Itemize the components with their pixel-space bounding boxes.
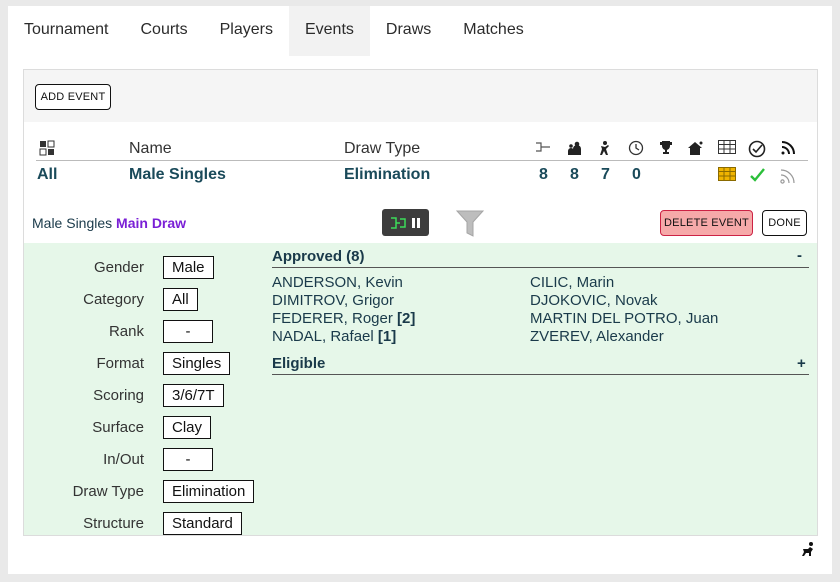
player-item[interactable]: NADAL, Rafael [1]: [272, 328, 396, 345]
eligible-divider: [272, 374, 809, 375]
tab-draws[interactable]: Draws: [370, 6, 447, 56]
events-panel: ADD EVENT Name Draw Type All Male Single…: [23, 69, 818, 536]
scoring-value[interactable]: 3/6/7T: [163, 384, 224, 407]
count-draw-size: 8: [539, 166, 548, 183]
eligible-expand-toggle[interactable]: +: [797, 355, 806, 372]
events-toolbar: ADD EVENT: [24, 70, 817, 122]
column-header-draw-type[interactable]: Draw Type: [344, 140, 420, 158]
count-rank: 7: [601, 166, 610, 183]
tab-courts[interactable]: Courts: [125, 6, 204, 56]
main-tabs: Tournament Courts Players Events Draws M…: [8, 6, 540, 56]
column-header-name[interactable]: Name: [129, 140, 172, 158]
selected-event-name: Male Singles: [32, 215, 113, 231]
player-item[interactable]: ZVEREV, Alexander: [530, 328, 664, 345]
player-item[interactable]: FEDERER, Roger [2]: [272, 310, 415, 327]
eligible-section-title[interactable]: Eligible: [272, 355, 325, 372]
structure-value[interactable]: Standard: [163, 512, 242, 535]
grid-icon[interactable]: [38, 140, 56, 158]
category-label: Category: [83, 291, 144, 308]
table-icon[interactable]: [718, 140, 736, 158]
player-item[interactable]: ANDERSON, Kevin: [272, 274, 403, 291]
check-circle-icon[interactable]: [748, 140, 766, 158]
rank-label: Rank: [108, 323, 144, 340]
event-row[interactable]: All Male Singles Elimination 8 8 7 0: [24, 161, 817, 189]
home-icon[interactable]: [686, 140, 704, 158]
event-name: Male Singles: [129, 166, 226, 183]
app-window: Tournament Courts Players Events Draws M…: [8, 6, 832, 574]
approved-section-title[interactable]: Approved (8): [272, 248, 365, 265]
inout-label: In/Out: [103, 451, 144, 468]
bracket-tree-icon: [391, 216, 406, 229]
structure-label: Structure: [83, 515, 144, 532]
event-detail-area: Gender Male Category All Rank - Format S…: [24, 243, 817, 535]
events-table-header: Name Draw Type: [24, 134, 817, 160]
category-value[interactable]: All: [163, 288, 198, 311]
players-icon[interactable]: [565, 140, 583, 158]
rss-icon[interactable]: [779, 140, 797, 158]
player-item[interactable]: CILIC, Marin: [530, 274, 614, 291]
surface-value[interactable]: Clay: [163, 416, 212, 439]
player-item[interactable]: DJOKOVIC, Novak: [530, 292, 658, 309]
event-draw-type: Elimination: [344, 166, 431, 183]
bracket-icon[interactable]: [534, 140, 552, 158]
selected-draw-name[interactable]: Main Draw: [116, 215, 186, 231]
seed-badge: [1]: [377, 328, 397, 345]
draw-type-value[interactable]: Elimination: [163, 480, 255, 503]
tab-matches[interactable]: Matches: [447, 6, 539, 56]
trophy-icon[interactable]: [657, 140, 675, 158]
player-item[interactable]: MARTIN DEL POTRO, Juan: [530, 310, 718, 327]
surface-label: Surface: [92, 419, 144, 436]
rank-value[interactable]: -: [163, 320, 213, 343]
draw-type-label: Draw Type: [72, 483, 144, 500]
seed-badge: [2]: [397, 310, 416, 327]
draw-view-toggle[interactable]: [382, 209, 429, 236]
filter-icon[interactable]: [456, 209, 484, 239]
count-players: 8: [570, 166, 579, 183]
tab-players[interactable]: Players: [204, 6, 289, 56]
tab-events[interactable]: Events: [288, 6, 370, 56]
format-label: Format: [96, 355, 144, 372]
feed-off-icon[interactable]: [779, 167, 797, 185]
gender-value[interactable]: Male: [163, 256, 214, 279]
inout-value[interactable]: -: [163, 448, 213, 471]
approved-divider: [272, 267, 809, 268]
clock-icon[interactable]: [627, 140, 645, 158]
event-category: All: [37, 166, 58, 183]
published-check-icon[interactable]: [748, 166, 766, 184]
scoring-label: Scoring: [93, 387, 144, 404]
schedule-grid-icon[interactable]: [718, 167, 736, 185]
approved-collapse-toggle[interactable]: -: [797, 247, 802, 264]
selected-event-bar: Male Singles Main Draw DELETE EVENT DONE: [24, 203, 817, 243]
player-item[interactable]: DIMITROV, Grigor: [272, 292, 394, 309]
gender-label: Gender: [93, 259, 144, 276]
umpire-icon[interactable]: [596, 140, 614, 158]
add-event-button[interactable]: ADD EVENT: [35, 84, 111, 110]
count-time: 0: [632, 166, 641, 183]
delete-event-button[interactable]: DELETE EVENT: [660, 210, 753, 236]
pause-icon: [412, 217, 420, 228]
done-button[interactable]: DONE: [762, 210, 807, 236]
format-value[interactable]: Singles: [163, 352, 231, 375]
tab-tournament[interactable]: Tournament: [8, 6, 125, 56]
selected-event-title: Male Singles Main Draw: [32, 215, 186, 231]
tournament-logo-icon[interactable]: [800, 541, 816, 557]
